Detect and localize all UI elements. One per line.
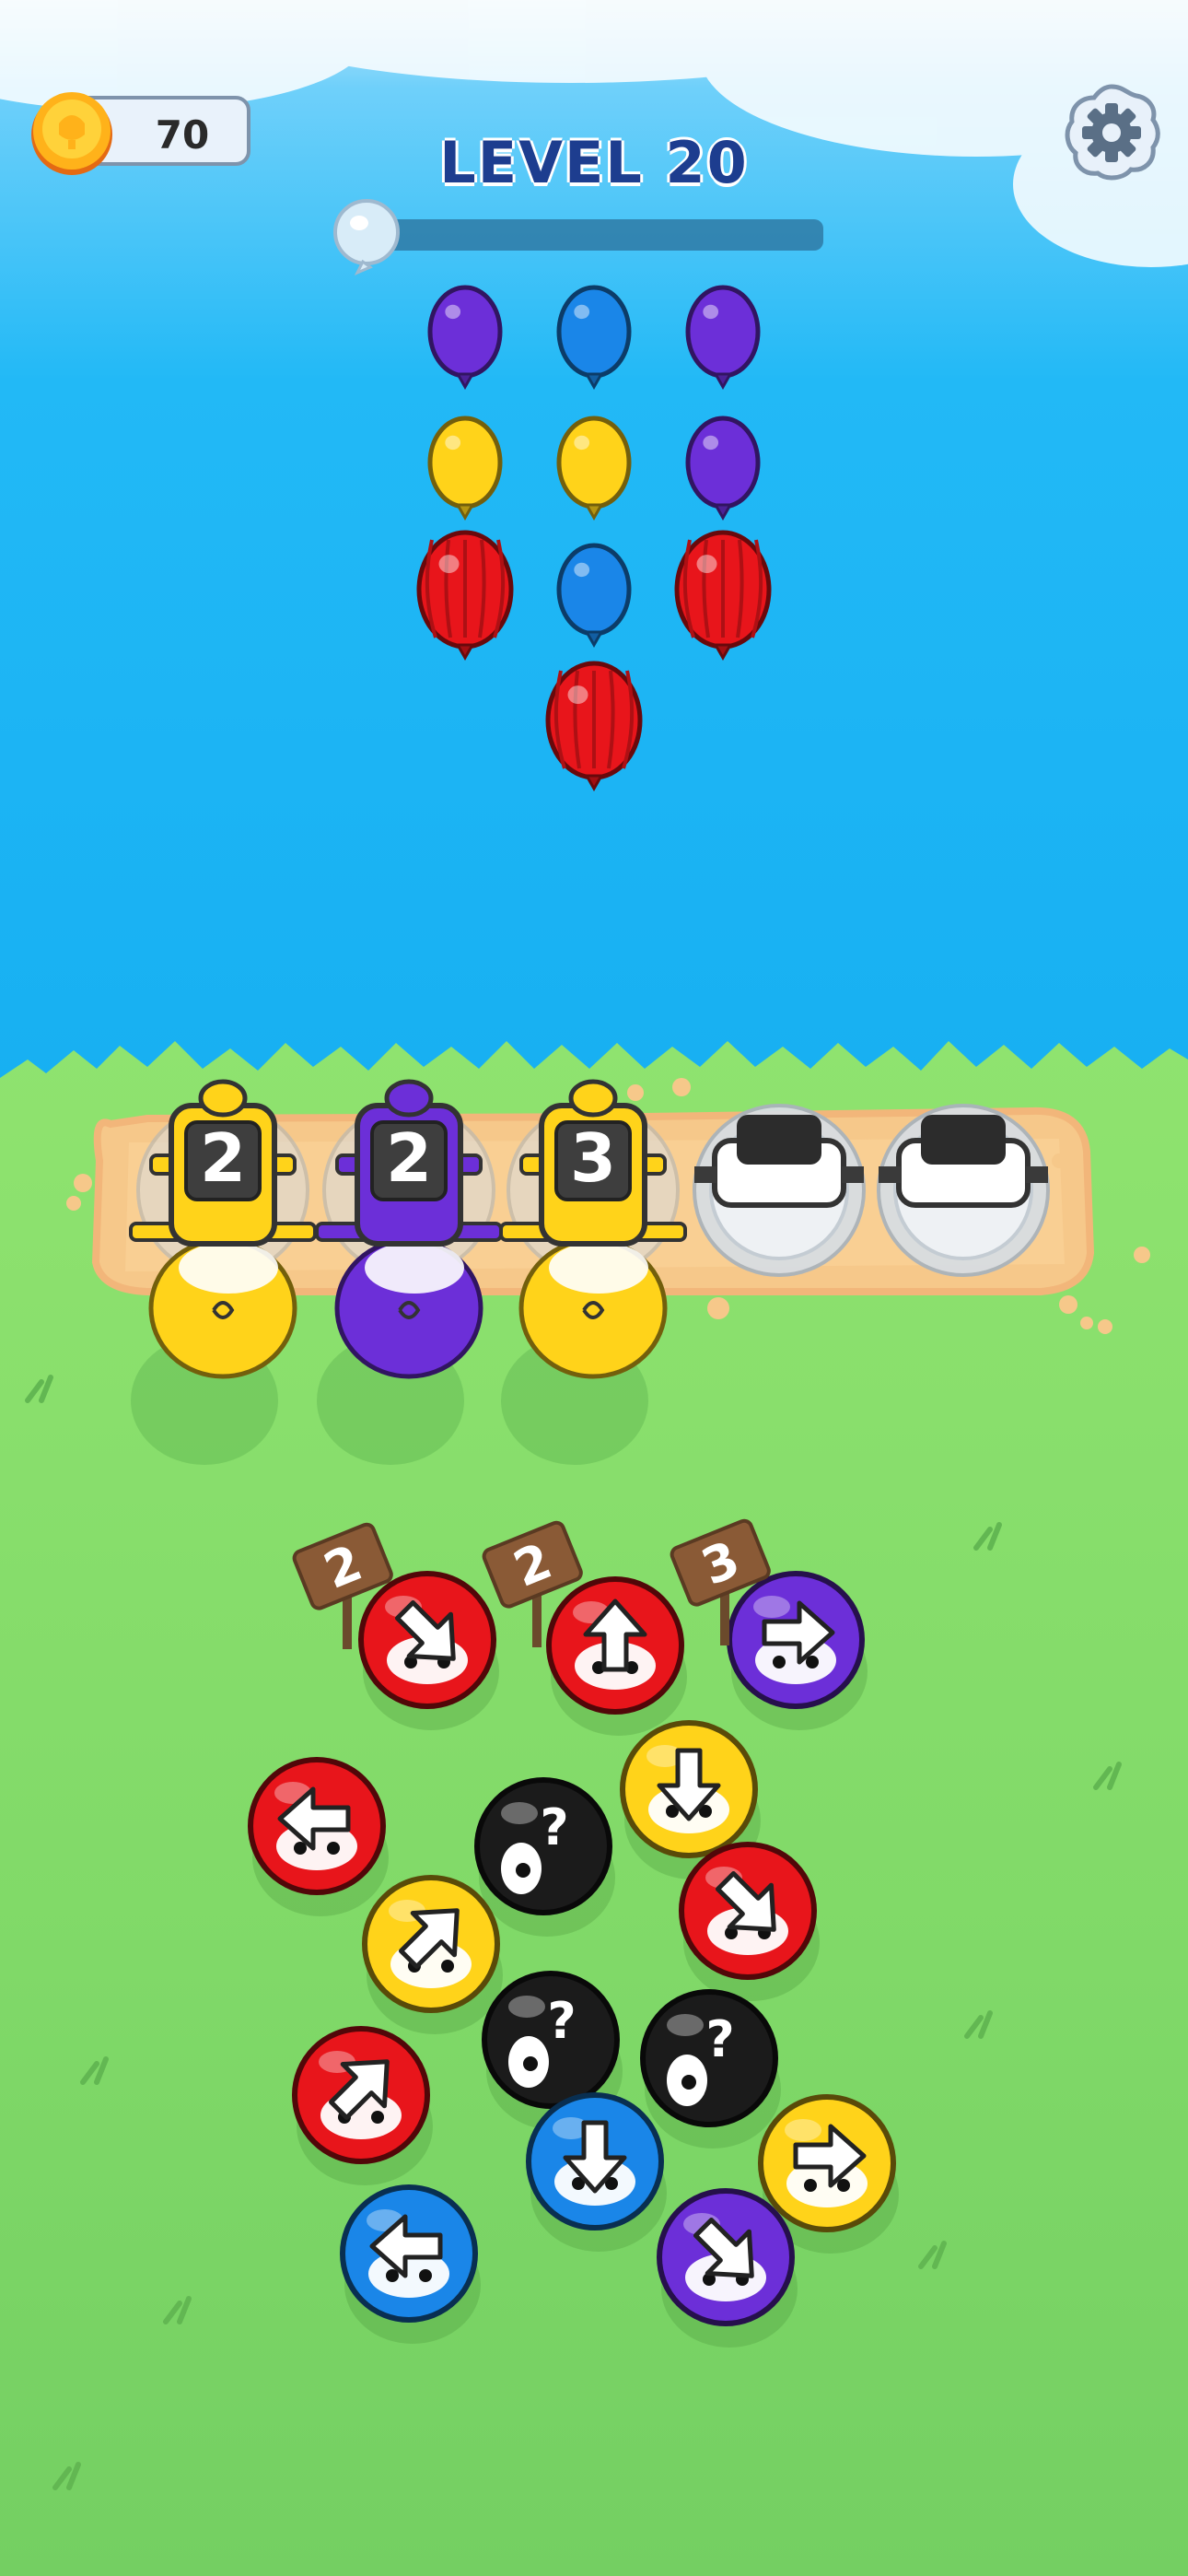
- shooter-slot-1[interactable]: 2: [129, 1079, 317, 1465]
- shooter-slot-4[interactable]: [693, 1104, 866, 1277]
- shooter-ammo-count: 2: [200, 1119, 246, 1197]
- shooter-queue: 2 2 3: [129, 1079, 1050, 1465]
- target-balloon-red: [545, 661, 643, 792]
- target-balloon-purple: [427, 285, 503, 391]
- puzzle-piece-blue[interactable]: [526, 2092, 667, 2252]
- hidden-piece-question-icon: ?: [705, 2010, 734, 2068]
- target-balloon-red: [674, 530, 772, 662]
- puzzle-piece-black[interactable]: ?: [474, 1777, 615, 1937]
- target-balloon-blue: [556, 285, 632, 391]
- puzzle-piece-purple[interactable]: [727, 1571, 868, 1730]
- shooter-ammo-count: 3: [570, 1119, 616, 1197]
- target-balloon-blue: [556, 543, 632, 649]
- puzzle-piece-black[interactable]: ?: [640, 1989, 781, 2149]
- target-balloon-yellow: [556, 416, 632, 521]
- puzzle-piece-purple[interactable]: [657, 2188, 798, 2348]
- puzzle-piece-red[interactable]: [546, 1576, 687, 1736]
- target-balloon-purple: [685, 285, 761, 391]
- puzzle-piece-red[interactable]: [248, 1757, 389, 1916]
- shooter-slot-2[interactable]: 2: [315, 1079, 503, 1465]
- target-balloon-grid: [416, 285, 772, 792]
- target-balloon-yellow: [427, 416, 503, 521]
- puzzle-board: ?? ?2 2 3: [248, 1518, 899, 2348]
- shooter-ammo-count: 2: [386, 1119, 432, 1197]
- target-balloon-red: [416, 530, 514, 662]
- shooter-slot-5[interactable]: [877, 1104, 1050, 1277]
- hidden-piece-question-icon: ?: [540, 1798, 568, 1856]
- puzzle-piece-red[interactable]: [292, 2026, 433, 2185]
- puzzle-piece-red[interactable]: [679, 1842, 820, 2001]
- target-balloon-purple: [685, 416, 761, 521]
- shooter-slot-3[interactable]: 3: [499, 1079, 687, 1465]
- puzzle-piece-yellow[interactable]: [362, 1875, 503, 2034]
- puzzle-piece-red[interactable]: [358, 1571, 499, 1730]
- puzzle-piece-blue[interactable]: [340, 2184, 481, 2344]
- hidden-piece-question-icon: ?: [547, 1992, 576, 2050]
- game-scene: 70 LEVEL 20 223 ??? 2 2 3: [0, 0, 1188, 2576]
